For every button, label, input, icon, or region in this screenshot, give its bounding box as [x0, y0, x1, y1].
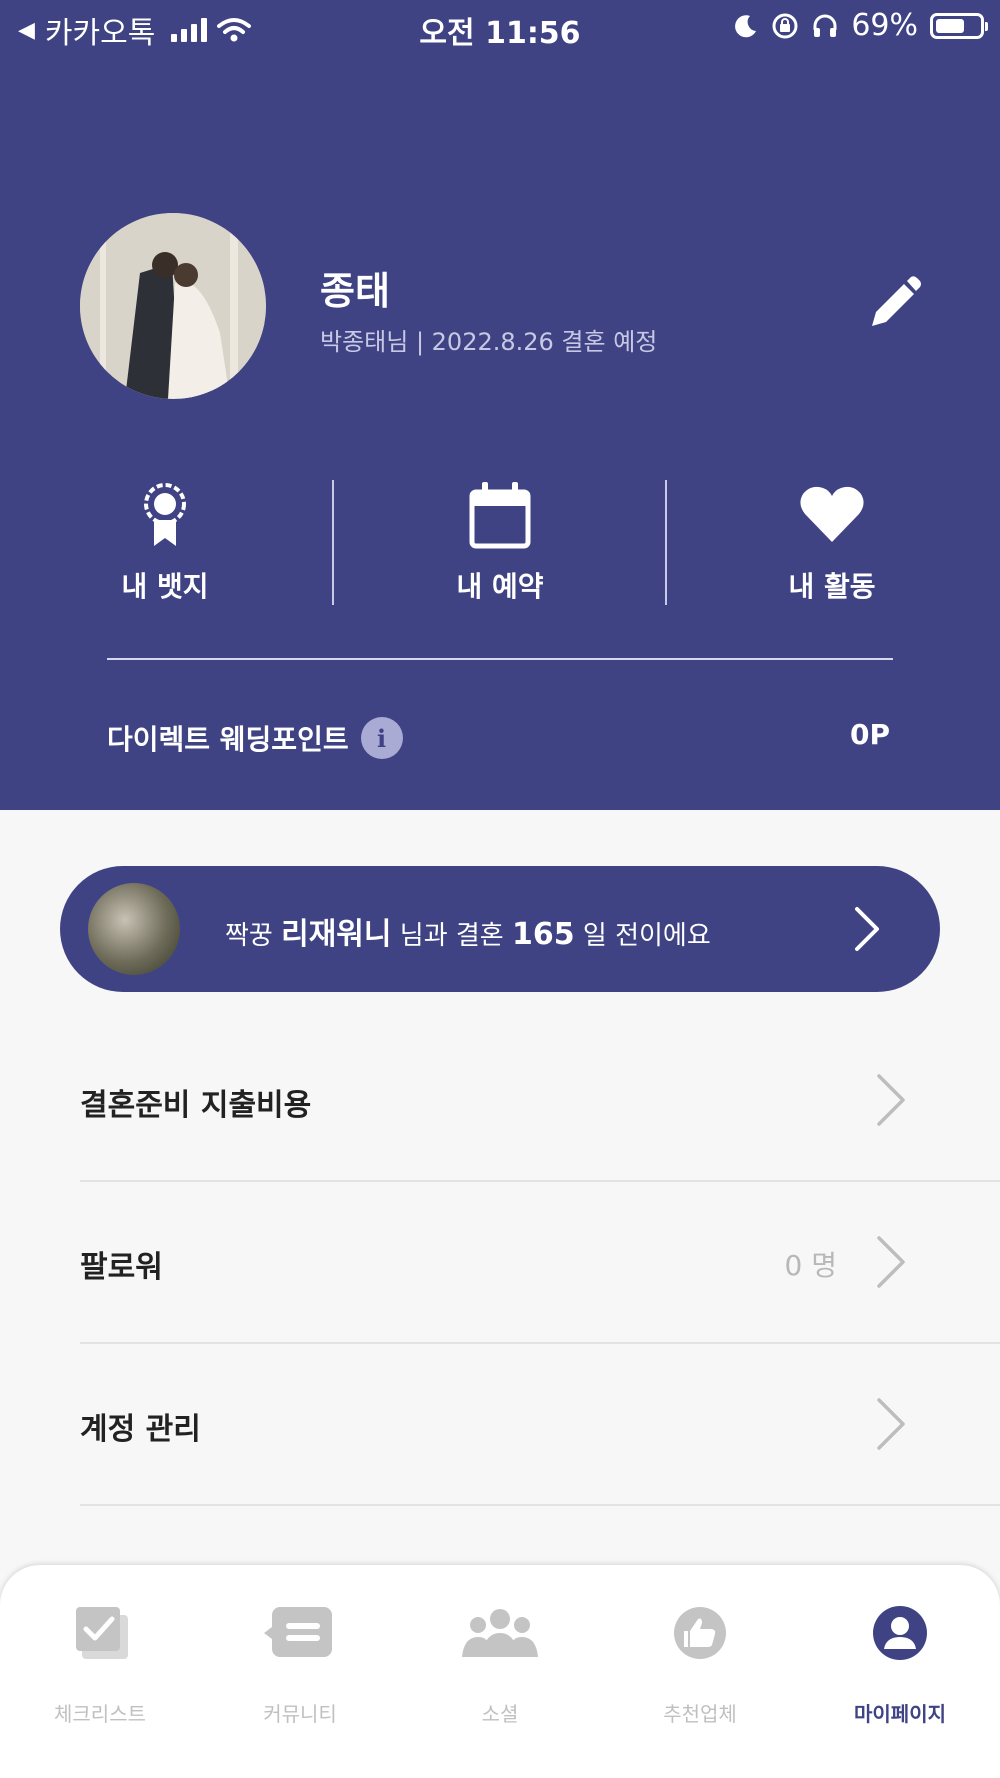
follower-count: 0 명 — [784, 1249, 837, 1282]
tab-label: 체크리스트 — [54, 1702, 146, 1726]
tab-label: 커뮤니티 — [263, 1702, 337, 1726]
tab-my-page[interactable]: 마이페이지 — [800, 1565, 1000, 1778]
bottom-tab-bar: 체크리스트 커뮤니티 소셜 추천업체 마이페이지 — [0, 1565, 1000, 1778]
wedding-points-row: 다이렉트 웨딩포인트 i — [107, 717, 403, 759]
days-until-wedding: 165 — [512, 917, 575, 952]
checklist-icon — [76, 1607, 128, 1659]
edit-profile-button[interactable] — [858, 270, 928, 340]
my-reservations-button[interactable]: 내 예약 — [390, 470, 610, 610]
heart-icon — [800, 486, 864, 542]
tab-label: 소셜 — [481, 1702, 519, 1726]
chevron-right-icon — [877, 1074, 905, 1126]
pencil-icon — [872, 276, 921, 326]
partner-name: 리재워니 — [281, 917, 392, 952]
battery-icon — [930, 12, 988, 39]
menu-item-followers[interactable]: 팔로워 0 명 — [80, 1182, 1000, 1344]
badge-icon — [144, 483, 186, 546]
menu-item-label: 계정 관리 — [80, 1412, 201, 1447]
tab-label: 마이페이지 — [854, 1702, 946, 1726]
recommend-icon — [674, 1607, 726, 1659]
tab-social[interactable]: 소셜 — [400, 1565, 600, 1778]
profile-icon — [873, 1606, 927, 1660]
menu-item-wedding-expenses[interactable]: 결혼준비 지출비용 — [80, 1020, 1000, 1182]
menu-item-label: 팔로워 — [80, 1250, 163, 1285]
rotation-lock-icon — [772, 13, 798, 38]
tab-label: 추천업체 — [663, 1702, 737, 1726]
menu-item-account-settings[interactable]: 계정 관리 — [80, 1344, 1000, 1506]
my-badges-button[interactable]: 내 뱃지 — [55, 470, 275, 610]
chevron-right-icon — [855, 907, 879, 951]
partner-banner-text: 짝꿍 리재워니 님과 결혼 165 일 전이에요 — [225, 909, 711, 953]
social-icon — [462, 1609, 538, 1657]
partner-middle: 님과 결혼 — [391, 921, 512, 951]
my-page-screen: ◀ 카카오톡 오전 11:56 69% 종태 박종태님 | 2022.8.26 … — [0, 0, 1000, 1778]
my-activity-button[interactable]: 내 활동 — [722, 470, 942, 610]
my-badges-label: 내 뱃지 — [121, 570, 209, 603]
partner-avatar — [88, 883, 180, 975]
my-reservations-label: 내 예약 — [456, 570, 544, 603]
chevron-right-icon — [877, 1236, 905, 1288]
chevron-right-icon — [877, 1398, 905, 1450]
info-icon[interactable]: i — [360, 717, 403, 759]
my-activity-label: 내 활동 — [788, 570, 876, 603]
profile-avatar[interactable] — [80, 213, 266, 399]
partner-banner[interactable]: 짝꿍 리재워니 님과 결혼 165 일 전이에요 — [60, 866, 940, 992]
divider — [332, 480, 334, 605]
tab-checklist[interactable]: 체크리스트 — [0, 1565, 200, 1778]
moon-icon — [735, 14, 757, 37]
divider — [665, 480, 667, 605]
community-icon — [264, 1607, 332, 1657]
partner-suffix: 일 전이에요 — [574, 921, 711, 951]
battery-percent: 69% — [851, 8, 918, 43]
profile-subtitle: 박종태님 | 2022.8.26 결혼 예정 — [320, 328, 658, 356]
wedding-points-label: 다이렉트 웨딩포인트 — [107, 723, 349, 756]
tab-recommended[interactable]: 추천업체 — [600, 1565, 800, 1778]
status-bar: ◀ 카카오톡 오전 11:56 69% — [0, 0, 1000, 60]
headphones-icon — [813, 14, 837, 37]
calendar-icon — [469, 482, 531, 549]
profile-name: 종태 — [320, 269, 390, 313]
divider — [80, 1504, 1000, 1506]
profile-header: ◀ 카카오톡 오전 11:56 69% 종태 박종태님 | 2022.8.26 … — [0, 0, 1000, 810]
partner-prefix: 짝꿍 — [225, 921, 282, 951]
tab-community[interactable]: 커뮤니티 — [200, 1565, 400, 1778]
wedding-photo-icon — [80, 213, 266, 399]
header-divider — [107, 658, 893, 660]
status-icons: 69% — [733, 8, 988, 43]
menu-item-label: 결혼준비 지출비용 — [80, 1088, 312, 1123]
wedding-points-value: 0P — [849, 718, 890, 751]
